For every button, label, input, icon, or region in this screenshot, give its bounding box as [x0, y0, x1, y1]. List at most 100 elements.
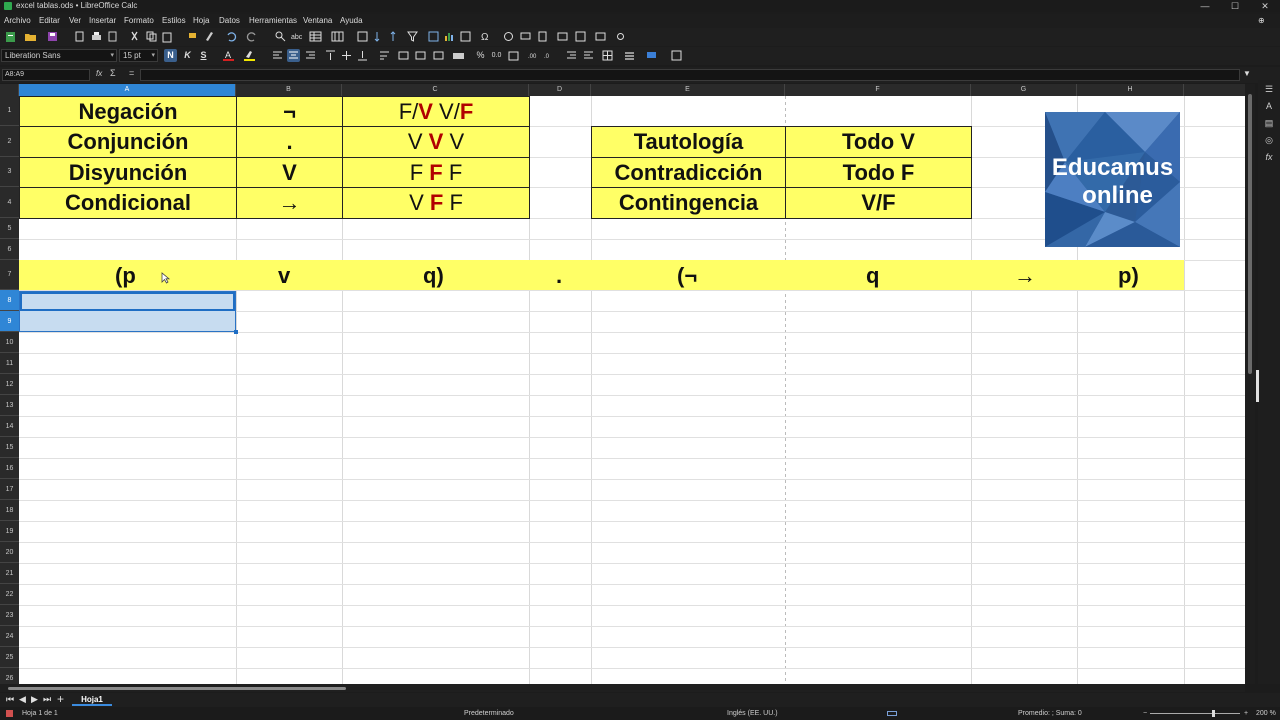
cell-f2[interactable]: Todo V: [785, 126, 972, 158]
menu-hoja[interactable]: Hoja: [193, 15, 209, 27]
row-header[interactable]: 22: [0, 584, 19, 605]
cell-h7[interactable]: p): [1118, 263, 1139, 289]
cell-e2[interactable]: Tautología: [591, 126, 786, 158]
formula-button[interactable]: =: [129, 68, 134, 78]
bold-button[interactable]: N: [164, 49, 177, 62]
sheet-tab-hoja1[interactable]: Hoja1: [72, 693, 112, 706]
row-header[interactable]: 2: [0, 126, 19, 157]
sidebar-menu-icon[interactable]: ☰: [1263, 84, 1275, 96]
define-print-area-icon[interactable]: [556, 30, 569, 43]
text-language[interactable]: Inglés (EE. UU.): [727, 707, 778, 720]
styles-icon[interactable]: ▤: [1263, 118, 1275, 130]
column-header-e[interactable]: E: [591, 84, 785, 96]
decrease-indent-icon[interactable]: [582, 49, 595, 62]
cell-c4[interactable]: V F F: [342, 187, 530, 219]
increase-indent-icon[interactable]: [565, 49, 578, 62]
save-icon[interactable]: [46, 30, 59, 43]
freeze-icon[interactable]: [356, 30, 369, 43]
border-color-icon[interactable]: [645, 49, 658, 62]
highlight-color-icon[interactable]: [243, 49, 256, 62]
row-header[interactable]: 3: [0, 157, 19, 187]
menu-insertar[interactable]: Insertar: [89, 15, 116, 27]
globe-icon[interactable]: ⊕: [1258, 15, 1265, 27]
center-vertically-icon[interactable]: [340, 49, 353, 62]
cell-a4[interactable]: Condicional: [19, 187, 237, 219]
cell-d7[interactable]: .: [556, 263, 562, 289]
row-header[interactable]: 6: [0, 239, 19, 260]
row-header[interactable]: 25: [0, 647, 19, 668]
cell-selection-a8-a9[interactable]: [19, 291, 236, 332]
cell-a3[interactable]: Disyunción: [19, 157, 237, 188]
add-decimal-icon[interactable]: .00: [527, 49, 540, 62]
functions-icon[interactable]: fx: [1263, 152, 1275, 164]
maximize-button[interactable]: ☐: [1220, 0, 1250, 12]
cell-c2[interactable]: V V V: [342, 126, 530, 158]
cell-f7[interactable]: q: [866, 263, 879, 289]
menu-ventana[interactable]: Ventana: [303, 15, 332, 27]
print-icon[interactable]: [90, 30, 103, 43]
header-footer-icon[interactable]: [536, 30, 549, 43]
find-replace-icon[interactable]: [274, 30, 287, 43]
column-header-d[interactable]: D: [529, 84, 591, 96]
cell-e3[interactable]: Contradicción: [591, 157, 786, 188]
print-preview-icon[interactable]: [106, 30, 119, 43]
menu-editar[interactable]: Editar: [39, 15, 60, 27]
active-cell-a8[interactable]: [20, 292, 235, 311]
paste-icon[interactable]: [161, 30, 174, 43]
percent-format-button[interactable]: %: [474, 49, 487, 62]
cell-b4[interactable]: →: [236, 187, 343, 219]
borders-icon[interactable]: [601, 49, 614, 62]
cell-c7[interactable]: q): [423, 263, 444, 289]
row-header[interactable]: 21: [0, 563, 19, 584]
cell-c1[interactable]: F/V V/F: [342, 96, 530, 127]
row-header[interactable]: 5: [0, 218, 19, 239]
menu-datos[interactable]: Datos: [219, 15, 240, 27]
cell-a2[interactable]: Conjunción: [19, 126, 237, 158]
row-header[interactable]: 1: [0, 96, 19, 126]
educamus-logo[interactable]: Educamus online: [1045, 112, 1180, 247]
wrap-text-icon[interactable]: [378, 49, 391, 62]
zoom-out-icon[interactable]: −: [1143, 707, 1147, 720]
row-header[interactable]: 4: [0, 187, 19, 218]
cut-icon[interactable]: [128, 30, 141, 43]
open-icon[interactable]: [24, 30, 37, 43]
sum-button[interactable]: Σ: [110, 68, 116, 78]
zoom-slider[interactable]: [1150, 713, 1240, 714]
clone-formatting-icon[interactable]: [186, 30, 199, 43]
copy-icon[interactable]: [145, 30, 158, 43]
select-all-corner[interactable]: [0, 84, 19, 96]
row-header[interactable]: 10: [0, 332, 19, 353]
image-icon[interactable]: [427, 30, 440, 43]
italic-button[interactable]: K: [181, 49, 194, 62]
cell-b1[interactable]: ¬: [236, 96, 343, 127]
first-sheet-icon[interactable]: ⏮: [6, 694, 14, 705]
row-header[interactable]: 24: [0, 626, 19, 647]
column-header-b[interactable]: B: [236, 84, 342, 96]
expand-formula-bar-icon[interactable]: ▼: [1243, 69, 1251, 78]
menu-herramientas[interactable]: Herramientas: [249, 15, 297, 27]
row-header[interactable]: 13: [0, 395, 19, 416]
add-sheet-button[interactable]: +: [57, 692, 64, 706]
column-header-c[interactable]: C: [342, 84, 529, 96]
comment-icon[interactable]: [519, 30, 532, 43]
undo-icon[interactable]: [224, 30, 237, 43]
name-box[interactable]: A8:A9: [2, 69, 90, 81]
cell-f3[interactable]: Todo F: [785, 157, 972, 188]
cell-e4[interactable]: Contingencia: [591, 187, 786, 219]
spreadsheet-grid[interactable]: A B C D E F G H 1 2 3 4 5 6 7 8 9 10 11 …: [0, 84, 1245, 684]
freeze-rows-icon[interactable]: [574, 30, 587, 43]
horizontal-scroll-thumb[interactable]: [8, 687, 346, 690]
spelling-icon[interactable]: abc: [290, 30, 303, 43]
special-character-icon[interactable]: Ω: [479, 30, 492, 43]
cell-e7[interactable]: (¬: [677, 263, 697, 289]
column-header-i[interactable]: [1184, 84, 1245, 96]
function-wizard-button[interactable]: fx: [96, 69, 102, 78]
minimize-button[interactable]: —: [1190, 0, 1220, 12]
underline-button[interactable]: S: [197, 49, 210, 62]
show-draw-functions-icon[interactable]: [614, 30, 627, 43]
next-sheet-icon[interactable]: ▶: [31, 694, 38, 705]
menu-ayuda[interactable]: Ayuda: [340, 15, 363, 27]
cell-f4[interactable]: V/F: [785, 187, 972, 219]
row-header[interactable]: 20: [0, 542, 19, 563]
row-header[interactable]: 23: [0, 605, 19, 626]
